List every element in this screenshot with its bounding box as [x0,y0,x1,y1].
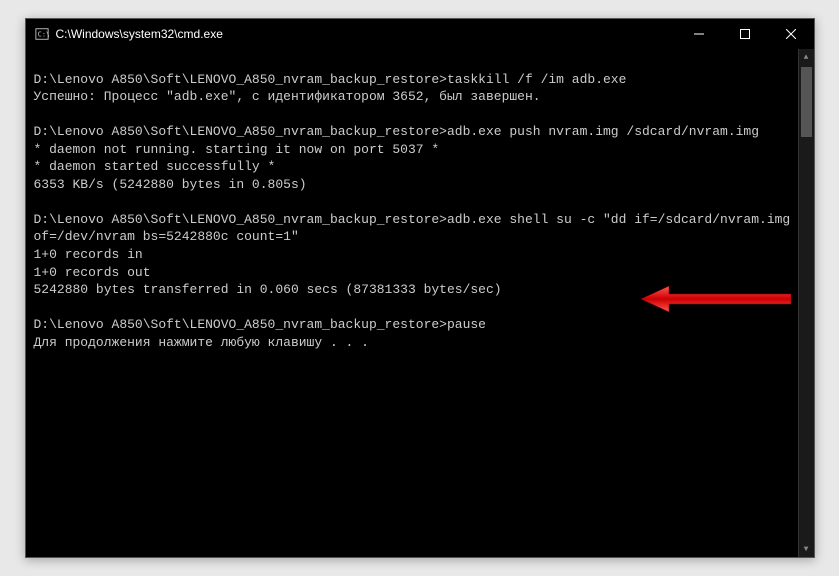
cmd-icon: C:\ [34,26,50,42]
terminal-line: 6353 KB/s (5242880 bytes in 0.805s) [34,177,307,192]
scrollbar[interactable]: ▲ ▼ [798,49,814,557]
terminal-line: D:\Lenovo A850\Soft\LENOVO_A850_nvram_ba… [34,212,799,245]
close-icon [786,29,796,39]
terminal-line: * daemon not running. starting it now on… [34,142,440,157]
terminal-line: Успешно: Процесс "adb.exe", с идентифика… [34,89,541,104]
terminal-body[interactable]: D:\Lenovo A850\Soft\LENOVO_A850_nvram_ba… [26,49,814,557]
svg-text:C:\: C:\ [37,31,48,39]
minimize-icon [694,29,704,39]
terminal-line: * daemon started successfully * [34,159,276,174]
maximize-icon [740,29,750,39]
terminal-line: 1+0 records in [34,247,143,262]
minimize-button[interactable] [676,19,722,49]
terminal-output: D:\Lenovo A850\Soft\LENOVO_A850_nvram_ba… [34,53,806,351]
scroll-up-arrow-icon[interactable]: ▲ [799,49,814,65]
terminal-line: D:\Lenovo A850\Soft\LENOVO_A850_nvram_ba… [34,72,627,87]
maximize-button[interactable] [722,19,768,49]
terminal-line: 5242880 bytes transferred in 0.060 secs … [34,282,502,297]
terminal-line: D:\Lenovo A850\Soft\LENOVO_A850_nvram_ba… [34,124,760,139]
scroll-down-arrow-icon[interactable]: ▼ [799,541,814,557]
terminal-line: 1+0 records out [34,265,151,280]
terminal-line: D:\Lenovo A850\Soft\LENOVO_A850_nvram_ba… [34,317,486,332]
titlebar[interactable]: C:\ C:\Windows\system32\cmd.exe [26,19,814,49]
cmd-window: C:\ C:\Windows\system32\cmd.exe D:\Lenov… [25,18,815,558]
close-button[interactable] [768,19,814,49]
scrollbar-thumb[interactable] [801,67,812,137]
window-title: C:\Windows\system32\cmd.exe [56,27,676,41]
terminal-line: Для продолжения нажмите любую клавишу . … [34,335,369,350]
window-controls [676,19,814,49]
